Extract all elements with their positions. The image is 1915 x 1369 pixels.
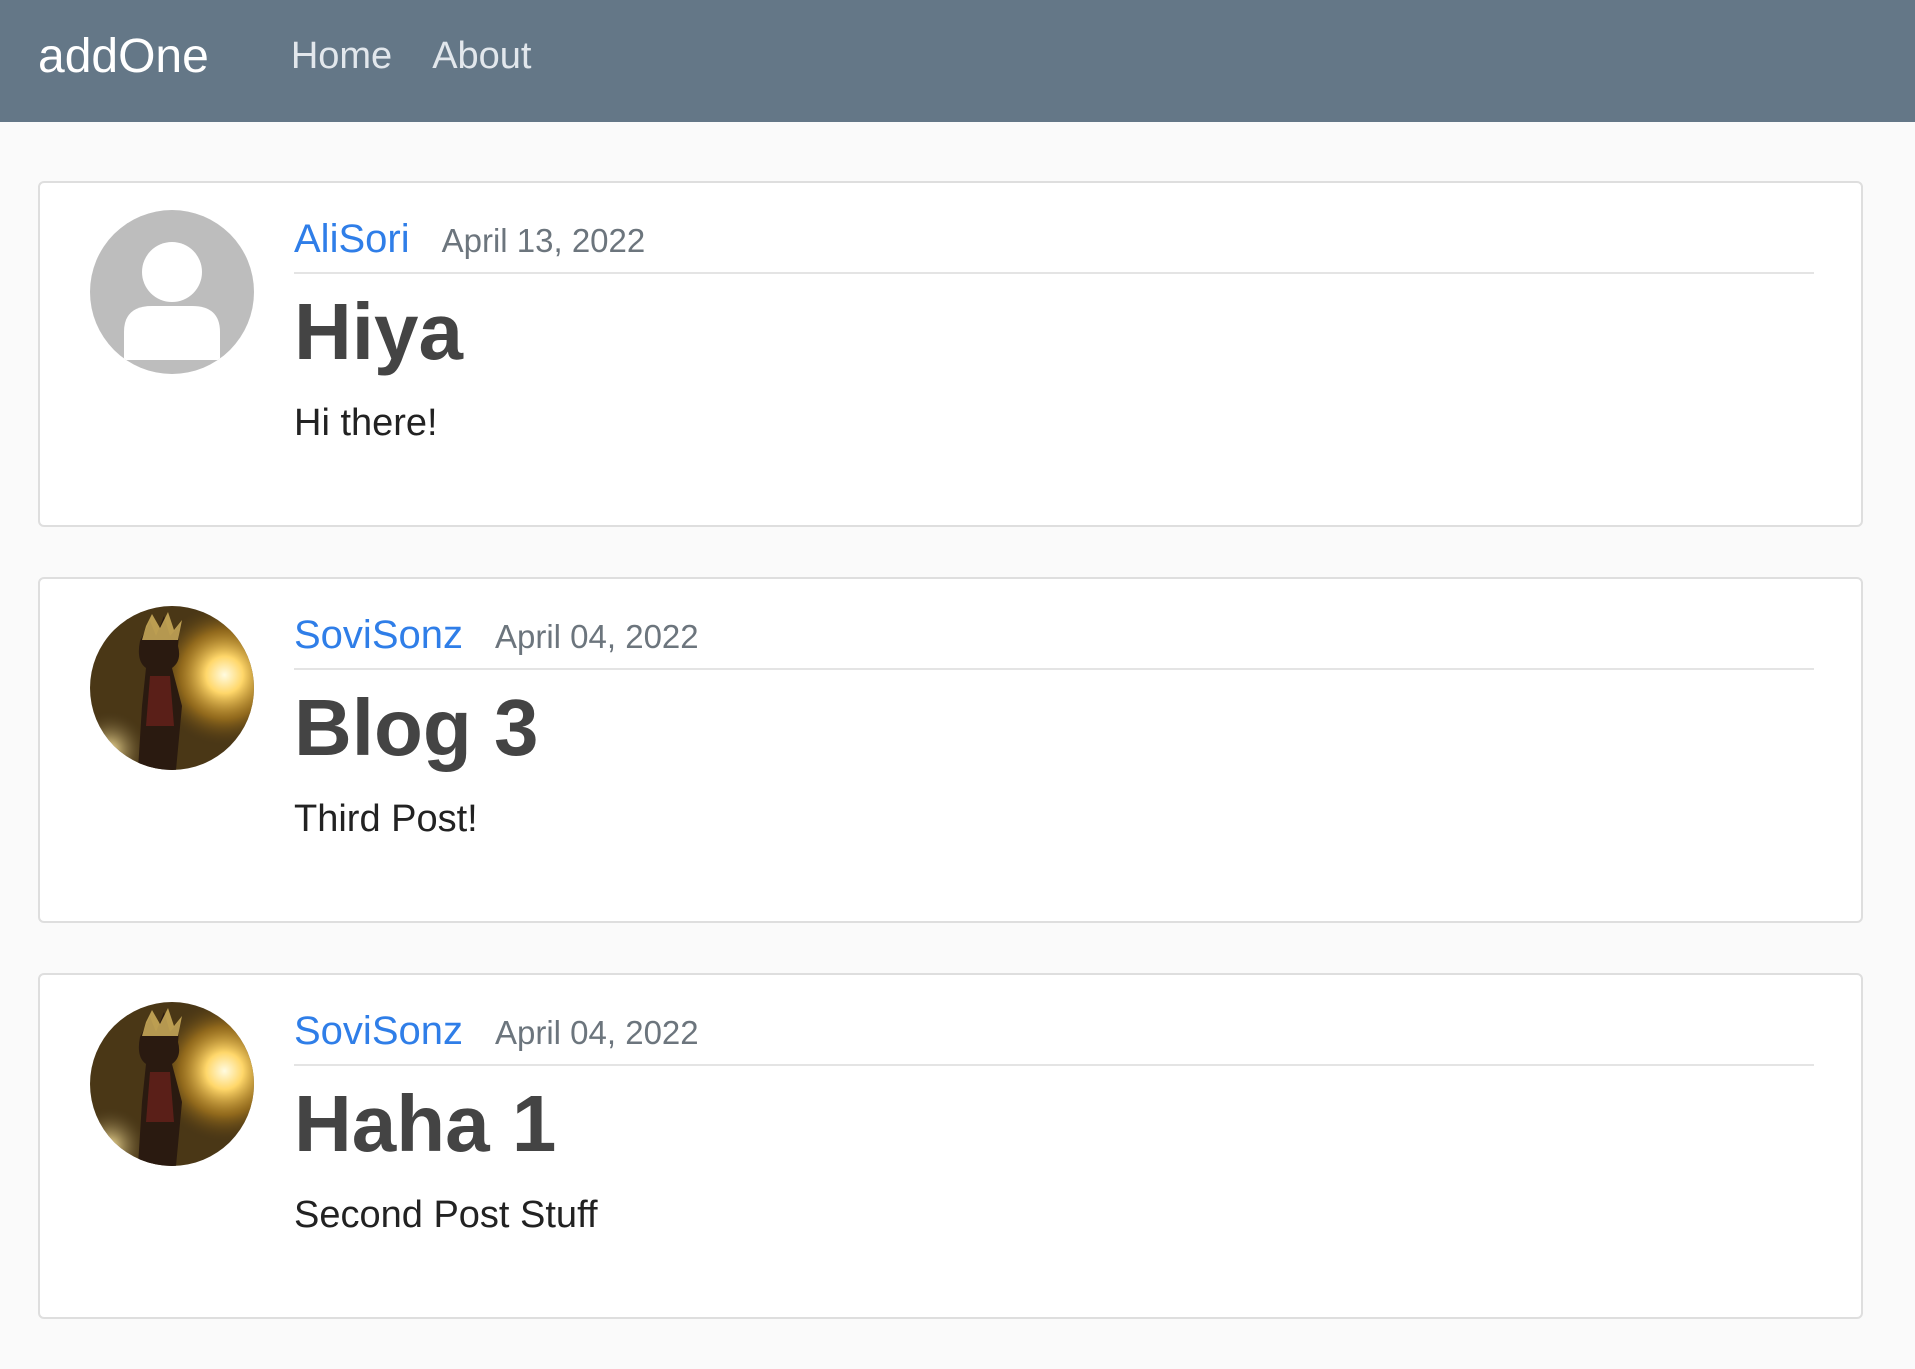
post-list: AliSori April 13, 2022 Hiya Hi there! So…	[38, 181, 1863, 1369]
post-card: SoviSonz April 04, 2022 Blog 3 Third Pos…	[38, 577, 1863, 923]
author-link[interactable]: AliSori	[294, 217, 410, 262]
post-content: Hi there!	[294, 402, 438, 444]
post-meta: AliSori April 13, 2022	[294, 217, 1814, 274]
post-meta: SoviSonz April 04, 2022	[294, 613, 1814, 670]
post-title[interactable]: Haha 1	[294, 1080, 1814, 1168]
author-link[interactable]: SoviSonz	[294, 613, 463, 658]
post-date: April 04, 2022	[494, 1014, 699, 1051]
post-date: April 13, 2022	[441, 222, 646, 259]
brand-link[interactable]: addOne	[38, 29, 209, 84]
post-card: SoviSonz April 04, 2022 Haha 1 Second Po…	[38, 973, 1863, 1319]
top-navbar: addOne Home About	[0, 0, 1915, 122]
post-body: SoviSonz April 04, 2022 Blog 3 Third Pos…	[294, 613, 1814, 841]
post-body: SoviSonz April 04, 2022 Haha 1 Second Po…	[294, 1009, 1814, 1237]
profile-photo-avatar	[90, 606, 254, 770]
post-content: Third Post!	[294, 798, 478, 840]
default-avatar-icon	[90, 210, 254, 374]
post-body: AliSori April 13, 2022 Hiya Hi there!	[294, 217, 1814, 445]
author-link[interactable]: SoviSonz	[294, 1009, 463, 1054]
post-card: AliSori April 13, 2022 Hiya Hi there!	[38, 181, 1863, 527]
post-title[interactable]: Hiya	[294, 288, 1814, 376]
post-meta: SoviSonz April 04, 2022	[294, 1009, 1814, 1066]
nav-home-link[interactable]: Home	[291, 35, 392, 78]
post-date: April 04, 2022	[494, 618, 699, 655]
nav-about-link[interactable]: About	[432, 35, 531, 78]
profile-photo-avatar	[90, 1002, 254, 1166]
post-content: Second Post Stuff	[294, 1194, 598, 1236]
post-title[interactable]: Blog 3	[294, 684, 1814, 772]
